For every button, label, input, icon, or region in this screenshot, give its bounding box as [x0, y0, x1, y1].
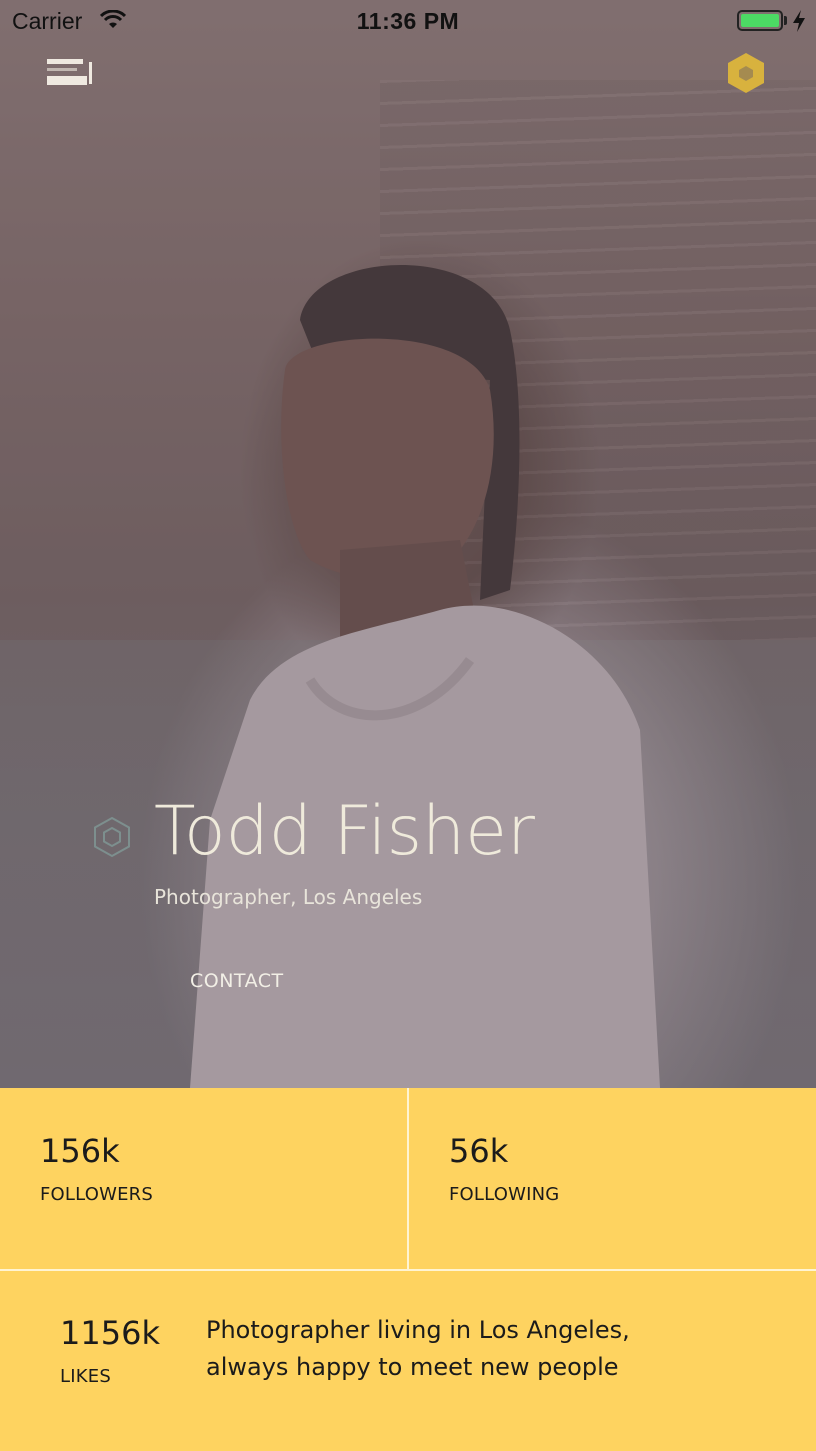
- status-bar: Carrier 11:36 PM: [0, 0, 816, 40]
- following-stat[interactable]: 56k FOLLOWING: [449, 1132, 559, 1205]
- stats-divider-horizontal: [0, 1269, 816, 1271]
- settings-button[interactable]: [724, 51, 768, 95]
- likes-stat[interactable]: 1156k LIKES: [60, 1314, 160, 1387]
- followers-count: 156k: [40, 1132, 120, 1170]
- profile-hero-photo: [0, 0, 816, 1088]
- menu-icon: [47, 59, 92, 85]
- battery-icon: [737, 10, 783, 31]
- battery-level: [741, 14, 779, 27]
- menu-button[interactable]: [44, 56, 94, 88]
- stats-panel: 156k FOLLOWERS 56k FOLLOWING 1156k LIKES…: [0, 1088, 816, 1451]
- following-label: FOLLOWING: [449, 1184, 560, 1205]
- profile-name: Todd Fisher: [154, 792, 535, 871]
- status-time: 11:36 PM: [356, 8, 460, 34]
- likes-label: LIKES: [60, 1366, 111, 1387]
- followers-stat[interactable]: 156k FOLLOWERS: [40, 1132, 153, 1205]
- following-count: 56k: [449, 1132, 509, 1170]
- battery-tip: [784, 16, 787, 25]
- profile-bio: Photographer living in Los Angeles, alwa…: [206, 1312, 766, 1386]
- followers-label: FOLLOWERS: [40, 1184, 154, 1205]
- bio-line-1: Photographer living in Los Angeles,: [206, 1316, 630, 1344]
- hexagon-icon: [728, 53, 764, 93]
- charging-bolt-icon: [793, 10, 805, 32]
- likes-count: 1156k: [60, 1314, 160, 1352]
- photo-tint-overlay: [0, 0, 816, 1088]
- profile-subtitle: Photographer, Los Angeles: [154, 885, 423, 909]
- contact-button[interactable]: CONTACT: [190, 970, 284, 992]
- profile-screen: Carrier 11:36 PM Todd Fisher Photographe…: [0, 0, 816, 1451]
- stats-divider-vertical: [407, 1088, 409, 1270]
- bio-line-2: always happy to meet new people: [206, 1353, 619, 1381]
- hexagon-outline-icon: [94, 816, 130, 858]
